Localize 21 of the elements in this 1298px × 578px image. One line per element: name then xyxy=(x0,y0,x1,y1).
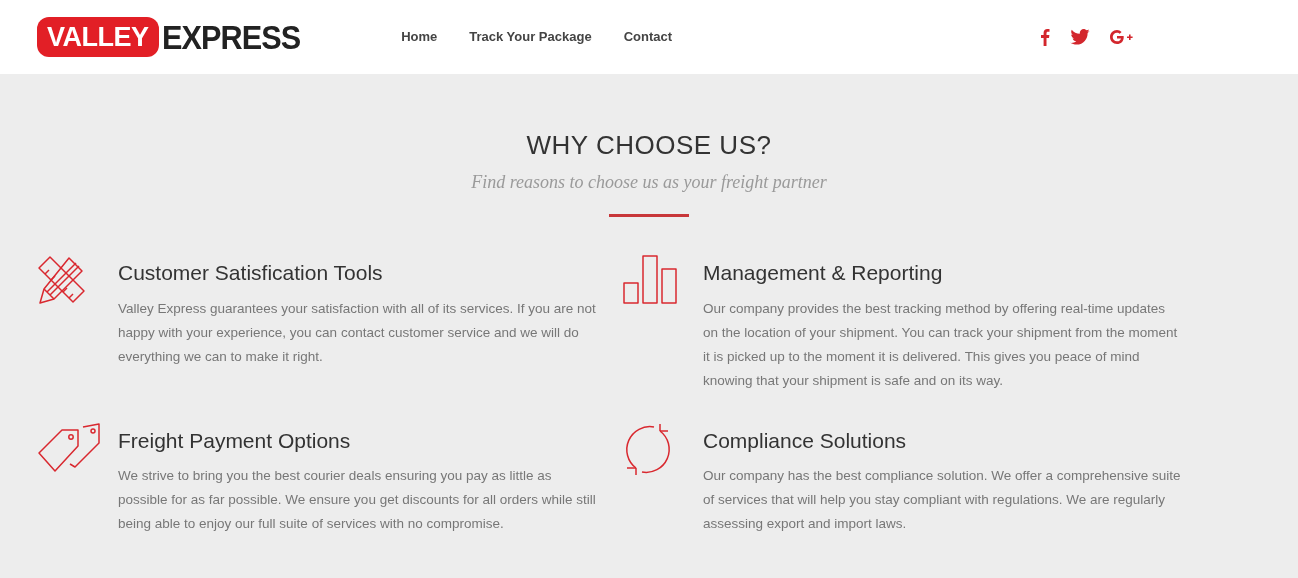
nav-link[interactable]: Contact xyxy=(623,27,673,47)
feature-description: Valley Express guarantees your satisfaction with all of its services. If you are not happy with your experience, you can contact customer service and we will do everything we can to make it right. xyxy=(118,299,597,366)
logo-badge: VALLEY xyxy=(37,17,159,57)
feature-title: Management & Reporting xyxy=(703,260,944,286)
facebook-icon[interactable] xyxy=(1040,28,1050,46)
logo-wordmark: EXPRESS xyxy=(161,19,300,55)
pencil-ruler-icon xyxy=(37,255,87,305)
feature-title: Freight Payment Options xyxy=(118,427,352,454)
nav-link[interactable]: Home xyxy=(401,27,438,47)
section-subtitle: Find reasons to choose us as your freight partner xyxy=(471,171,827,194)
price-tags-icon xyxy=(37,422,103,475)
feature-description: We strive to bring you the best courier deals ensuring you pay as little as possible for as far possible. We ensure you get discounts for all orders while still being able to enjoy our full suite of services with no compromise. xyxy=(118,467,597,533)
feature-description: Our company has the best compliance solution. We offer a comprehensive suite of services that will help you stay compliant with regulations. We are regularly assessing export and import laws. xyxy=(703,467,1182,533)
section-title: WHY CHOOSE US? xyxy=(526,129,772,162)
google-plus-icon[interactable] xyxy=(1110,30,1133,44)
bar-chart-icon xyxy=(622,255,678,305)
nav-link[interactable]: Track Your Package xyxy=(469,27,592,47)
twitter-icon[interactable] xyxy=(1070,29,1090,45)
feature-title: Customer Satisfication Tools xyxy=(118,260,384,286)
feature-title: Compliance Solutions xyxy=(703,427,908,454)
feature-description: Our company provides the best tracking method by offering real-time updates on the location of your shipment. You can track your shipment from the moment it is picked up to the moment it is delivered. This gives you peace of mind knowing that your shipment is safe and on its way. xyxy=(703,299,1179,390)
